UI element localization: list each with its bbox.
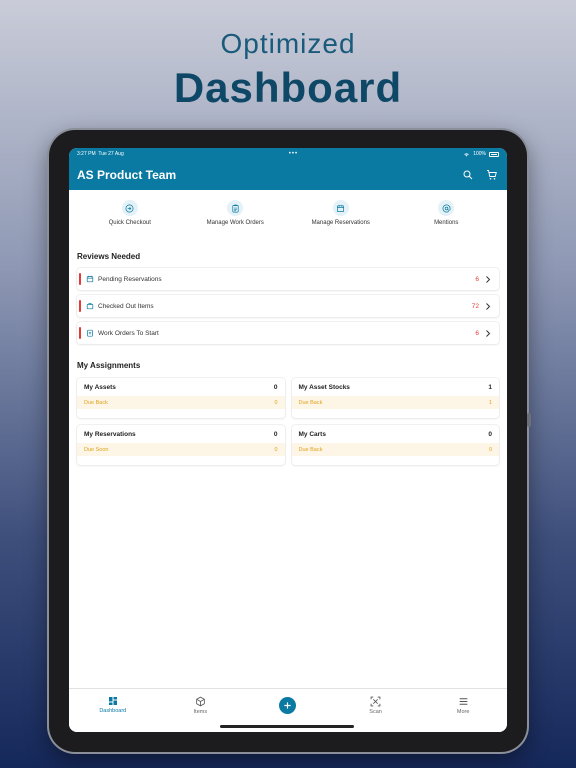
assignment-sub-label: Due Back xyxy=(84,399,108,406)
home-indicator[interactable] xyxy=(220,725,354,728)
manage-reservations-button[interactable]: Manage Reservations xyxy=(288,200,394,240)
review-item-work-orders-to-start[interactable]: Work Orders To Start 6 xyxy=(77,322,499,344)
chevron-right-icon xyxy=(485,302,493,310)
side-button xyxy=(527,413,531,427)
hero-title: Dashboard xyxy=(173,64,403,111)
mentions-button[interactable]: Mentions xyxy=(394,200,500,240)
assignments-grid: My Assets 0 Due Back 0 My Asset Stocks 1… xyxy=(69,378,507,465)
calendar-icon xyxy=(332,200,349,216)
tab-more[interactable]: More xyxy=(428,696,498,732)
alert-bar xyxy=(79,273,81,285)
review-label: Pending Reservations xyxy=(98,275,162,283)
my-assignments-title: My Assignments xyxy=(77,361,141,370)
clipboard-icon xyxy=(86,329,95,338)
status-date: Tue 27 Aug xyxy=(98,151,124,157)
tablet-device: 3:27 PM Tue 27 Aug ••• 100% AS Product T… xyxy=(49,130,531,752)
dashboard-icon xyxy=(108,697,117,705)
menu-icon xyxy=(459,698,468,705)
status-time: 3:27 PM xyxy=(77,151,96,157)
quick-actions: Quick Checkout Manage Work Orders Manage… xyxy=(69,190,507,240)
quick-action-label: Quick Checkout xyxy=(108,220,151,226)
app-title: AS Product Team xyxy=(77,168,177,182)
review-count: 6 xyxy=(475,329,479,337)
assignment-sub-row[interactable]: Due Soon 0 xyxy=(77,443,285,456)
quick-checkout-button[interactable]: Quick Checkout xyxy=(77,200,183,240)
reviews-needed-title: Reviews Needed xyxy=(77,252,141,261)
review-count: 6 xyxy=(475,275,479,283)
hero-subtitle: Optimized xyxy=(220,28,356,59)
tab-label: Items xyxy=(193,709,208,715)
bag-icon xyxy=(86,302,95,311)
assignment-sub-row[interactable]: Due Back 0 xyxy=(291,443,499,456)
assignment-count: 0 xyxy=(273,431,278,438)
assignment-title: My Assets xyxy=(84,384,116,391)
assignment-card-my-asset-stocks[interactable]: My Asset Stocks 1 Due Back 1 xyxy=(291,378,499,418)
assignment-card-my-reservations[interactable]: My Reservations 0 Due Soon 0 xyxy=(77,425,285,465)
at-icon xyxy=(438,200,455,216)
wifi-icon xyxy=(464,152,469,156)
multitask-dots[interactable]: ••• xyxy=(289,151,298,157)
calendar-icon xyxy=(86,275,95,284)
cart-icon[interactable] xyxy=(485,168,499,182)
assignment-sub-row[interactable]: Due Back 0 xyxy=(77,396,285,409)
assignment-sub-label: Due Soon xyxy=(84,446,109,453)
battery-percent: 100% xyxy=(473,151,486,157)
scan-icon xyxy=(370,696,381,707)
box-icon xyxy=(196,696,205,707)
tab-label: Dashboard xyxy=(99,708,127,714)
assignment-count: 0 xyxy=(273,384,278,391)
assignment-count: 0 xyxy=(488,431,492,438)
assignment-sub-count: 0 xyxy=(274,399,278,406)
chevron-right-icon xyxy=(485,275,493,283)
search-icon[interactable] xyxy=(461,168,475,182)
tab-dashboard[interactable]: Dashboard xyxy=(78,696,148,732)
quick-action-label: Manage Work Orders xyxy=(206,220,264,226)
assignment-card-my-assets[interactable]: My Assets 0 Due Back 0 xyxy=(77,378,285,418)
alert-bar xyxy=(79,327,81,339)
review-item-checked-out-items[interactable]: Checked Out Items 72 xyxy=(77,295,499,317)
manage-work-orders-button[interactable]: Manage Work Orders xyxy=(183,200,289,240)
assignment-title: My Asset Stocks xyxy=(298,384,350,391)
review-label: Work Orders To Start xyxy=(98,329,159,337)
quick-action-label: Manage Reservations xyxy=(311,220,370,226)
status-bar: 3:27 PM Tue 27 Aug ••• 100% xyxy=(69,148,507,160)
quick-action-label: Mentions xyxy=(434,220,459,226)
review-count: 72 xyxy=(471,302,479,310)
clipboard-icon xyxy=(227,200,244,216)
app-screen: 3:27 PM Tue 27 Aug ••• 100% AS Product T… xyxy=(69,148,507,732)
assignment-count: 1 xyxy=(488,384,492,391)
plus-icon[interactable] xyxy=(279,697,297,714)
review-label: Checked Out Items xyxy=(98,302,154,310)
assignment-sub-count: 0 xyxy=(488,446,492,453)
assignment-title: My Reservations xyxy=(84,431,136,438)
checkout-arrow-icon xyxy=(121,200,138,216)
assignment-sub-label: Due Back xyxy=(298,399,323,406)
assignment-sub-count: 0 xyxy=(274,446,278,453)
assignment-sub-label: Due Back xyxy=(298,446,323,453)
app-bar: AS Product Team xyxy=(69,160,507,190)
assignment-sub-count: 1 xyxy=(488,399,492,406)
alert-bar xyxy=(79,300,81,312)
tab-label: More xyxy=(456,709,470,715)
reviews-list: Pending Reservations 6 Checked Out Items… xyxy=(69,268,507,344)
chevron-right-icon xyxy=(485,329,493,337)
assignment-sub-row[interactable]: Due Back 1 xyxy=(291,396,499,409)
review-item-pending-reservations[interactable]: Pending Reservations 6 xyxy=(77,268,499,290)
tab-label: Scan xyxy=(369,709,382,715)
assignment-card-my-carts[interactable]: My Carts 0 Due Back 0 xyxy=(291,425,499,465)
assignment-title: My Carts xyxy=(298,431,326,438)
battery-icon xyxy=(488,151,499,157)
bottom-tab-bar: Dashboard Items Scan More xyxy=(69,688,507,732)
